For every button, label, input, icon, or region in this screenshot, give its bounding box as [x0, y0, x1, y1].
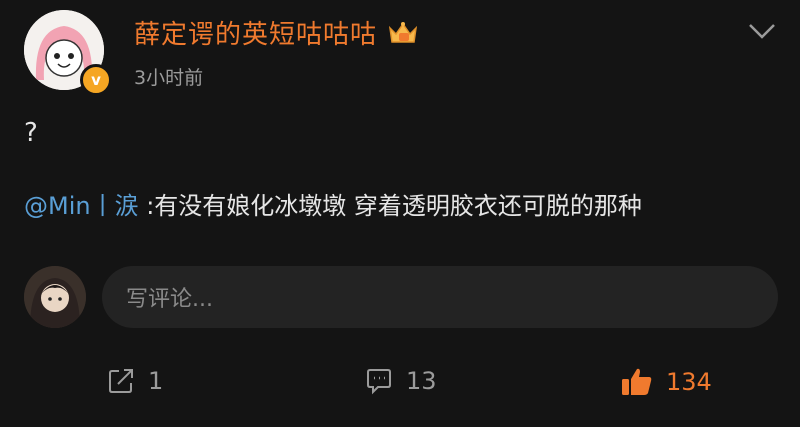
mention-link[interactable]: @Min丨涙 [24, 192, 139, 220]
repost-button[interactable]: 1 [106, 366, 163, 396]
quoted-reply: @Min丨涙 :有没有娘化冰墩墩 穿着透明胶衣还可脱的那种 [24, 186, 642, 221]
crown-icon [388, 21, 418, 43]
comment-input[interactable]: 写评论... [102, 266, 778, 328]
chevron-down-icon[interactable] [746, 20, 778, 42]
like-count: 134 [666, 368, 712, 396]
user-avatar-wrap[interactable]: v [24, 10, 112, 96]
action-bar: 1 13 134 [0, 366, 800, 414]
comment-placeholder: 写评论... [126, 287, 213, 312]
thumbs-up-icon [622, 368, 652, 395]
quote-body: :有没有娘化冰墩墩 穿着透明胶衣还可脱的那种 [138, 192, 642, 220]
share-icon [109, 369, 133, 393]
commenter-avatar [24, 266, 86, 328]
comment-icon [367, 369, 391, 395]
repost-count: 1 [148, 367, 164, 395]
comment-count: 13 [406, 367, 437, 395]
like-button[interactable]: 134 [620, 366, 712, 398]
username-row[interactable]: 薛定谔的英短咕咕咕 [134, 14, 419, 51]
comment-button[interactable]: 13 [364, 366, 437, 396]
verified-badge-icon: v [80, 64, 112, 96]
post-timestamp: 3小时前 [134, 67, 204, 89]
post-text: ? [24, 118, 38, 148]
username[interactable]: 薛定谔的英短咕咕咕 [134, 14, 377, 51]
